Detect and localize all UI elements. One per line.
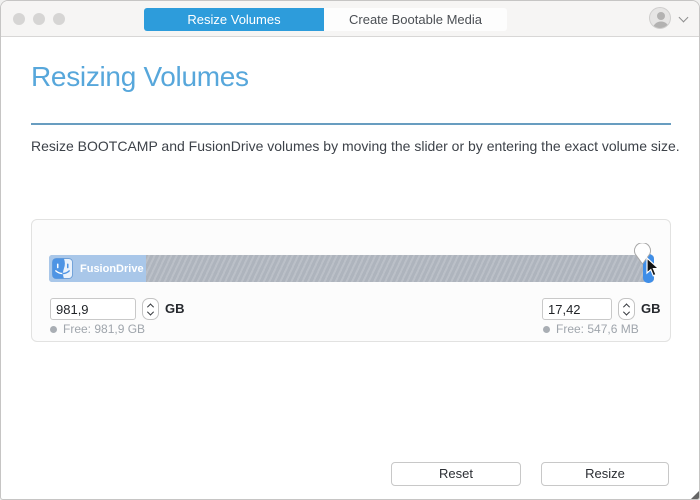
account-menu[interactable] xyxy=(649,6,689,32)
pointer-cursor-icon xyxy=(646,257,661,278)
left-size-input[interactable] xyxy=(50,298,136,320)
slider-track[interactable]: FusionDrive xyxy=(49,255,654,282)
window-resize-grip[interactable] xyxy=(691,491,699,499)
finder-icon xyxy=(52,258,73,279)
zoom-window-icon[interactable] xyxy=(53,13,65,25)
avatar[interactable] xyxy=(649,7,671,29)
close-window-icon[interactable] xyxy=(13,13,25,25)
stepper-down-icon[interactable] xyxy=(623,308,630,315)
volume-name: FusionDrive xyxy=(80,263,144,275)
free-dot-icon xyxy=(543,326,550,333)
left-unit-label: GB xyxy=(165,301,185,316)
page-description: Resize BOOTCAMP and FusionDrive volumes … xyxy=(31,138,681,154)
tab-create-bootable-media[interactable]: Create Bootable Media xyxy=(324,8,507,31)
left-size-stepper[interactable] xyxy=(142,298,159,320)
tab-bar: Resize Volumes Create Bootable Media xyxy=(144,8,507,31)
tab-resize-volumes[interactable]: Resize Volumes xyxy=(144,8,324,31)
stepper-down-icon[interactable] xyxy=(147,308,154,315)
volume-label-chip: FusionDrive xyxy=(49,255,146,282)
resize-button[interactable]: Resize xyxy=(541,462,669,486)
left-free-indicator: Free: 981,9 GB xyxy=(50,322,145,336)
right-free-indicator: Free: 547,6 MB xyxy=(543,322,639,336)
page-title: Resizing Volumes xyxy=(31,61,249,93)
volume-panel: FusionDrive GB Free: 981,9 GB GB xyxy=(31,219,671,342)
app-window: Resize Volumes Create Bootable Media Res… xyxy=(0,0,700,500)
right-free-label: Free: 547,6 MB xyxy=(556,322,639,336)
user-icon xyxy=(650,8,671,29)
chevron-down-icon xyxy=(679,13,689,23)
reset-button[interactable]: Reset xyxy=(391,462,521,486)
right-size-input[interactable] xyxy=(542,298,612,320)
free-dot-icon xyxy=(50,326,57,333)
left-free-label: Free: 981,9 GB xyxy=(63,322,145,336)
minimize-window-icon[interactable] xyxy=(33,13,45,25)
titlebar: Resize Volumes Create Bootable Media xyxy=(1,1,699,37)
title-divider xyxy=(31,123,671,125)
right-size-stepper[interactable] xyxy=(618,298,635,320)
right-unit-label: GB xyxy=(641,301,661,316)
